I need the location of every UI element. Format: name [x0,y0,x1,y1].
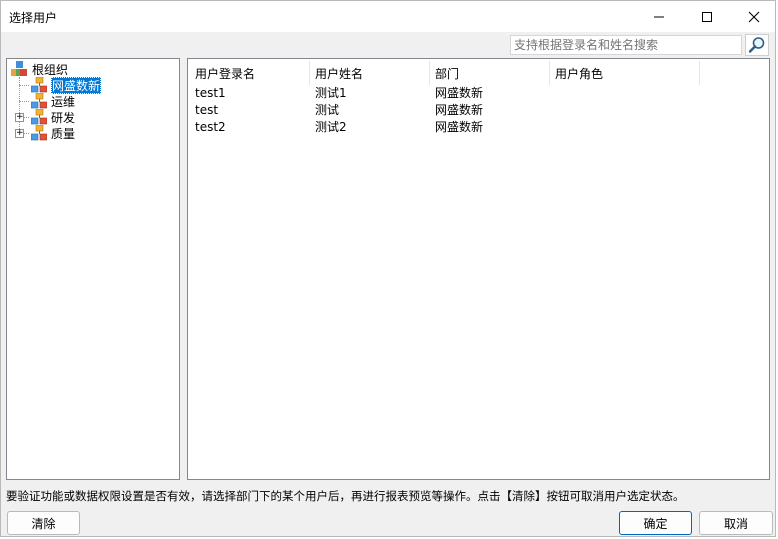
tree-node-qa[interactable]: 质量 [31,125,75,141]
table-row[interactable]: test 测试 网盛数新 [190,102,700,119]
table-row[interactable]: test2 测试2 网盛数新 [190,119,700,136]
cell-role [550,85,700,102]
department-icon [31,93,47,109]
search-field[interactable] [510,35,742,55]
cell-name: 测试2 [315,120,347,134]
tree-node-rd[interactable]: 研发 [31,109,75,125]
expand-toggle[interactable]: + [15,129,24,138]
tree-node-label: 网盛数新 [51,76,102,94]
column-header-login[interactable]: 用户登录名 [190,61,310,85]
minimize-icon [654,16,664,17]
cell-dept: 网盛数新 [435,120,484,134]
org-root-icon [11,61,27,76]
column-header-name[interactable]: 用户姓名 [310,61,430,85]
cell-name: 测试 [315,103,340,117]
department-icon [31,125,47,141]
department-icon [31,77,47,93]
search-button[interactable] [745,34,769,56]
title-bar: 选择用户 [1,1,775,32]
department-icon [31,109,47,125]
org-tree[interactable]: 根组织 网盛数新 运维 + 研发 + 质量 [6,58,180,480]
tree-node-wangsheng[interactable]: 网盛数新 [31,76,102,94]
dialog-window: 选择用户 根组织 [0,0,776,537]
cell-role [550,119,700,136]
table-row[interactable]: test1 测试1 网盛数新 [190,85,700,102]
cell-role [550,102,700,119]
clear-button[interactable]: 清除 [7,511,80,535]
ok-button[interactable]: 确定 [619,511,692,535]
cell-login: test2 [195,120,226,134]
cell-dept: 网盛数新 [435,103,484,117]
cell-dept: 网盛数新 [435,86,484,100]
tree-node-ops[interactable]: 运维 [31,93,75,109]
tree-node-label: 运维 [51,94,76,109]
cancel-button[interactable]: 取消 [699,511,773,535]
close-icon [748,11,760,22]
cell-login: test [195,103,219,117]
tree-node-label: 根组织 [32,62,69,77]
cell-login: test1 [195,86,226,100]
column-header-role[interactable]: 用户角色 [550,61,700,85]
window-title: 选择用户 [9,11,58,25]
tree-guide-line [19,85,29,86]
expand-toggle[interactable]: + [15,113,24,122]
maximize-button[interactable] [684,1,730,32]
help-text: 要验证功能或数据权限设置是否有效，请选择部门下的某个用户后，再进行报表预览等操作… [6,489,685,503]
tree-node-label: 研发 [51,110,76,125]
tree-guide-line [19,101,29,102]
cell-name: 测试1 [315,86,347,100]
search-icon [748,37,765,53]
search-input[interactable] [511,36,741,54]
column-header-dept[interactable]: 部门 [430,61,550,85]
list-header: 用户登录名 用户姓名 部门 用户角色 [190,61,700,85]
maximize-icon [702,11,712,22]
user-list[interactable]: 用户登录名 用户姓名 部门 用户角色 test1 测试1 网盛数新 test 测… [187,58,770,480]
minimize-button[interactable] [636,1,682,32]
tree-node-root[interactable]: 根组织 [11,61,68,77]
tree-node-label: 质量 [51,126,76,141]
close-button[interactable] [731,1,777,32]
